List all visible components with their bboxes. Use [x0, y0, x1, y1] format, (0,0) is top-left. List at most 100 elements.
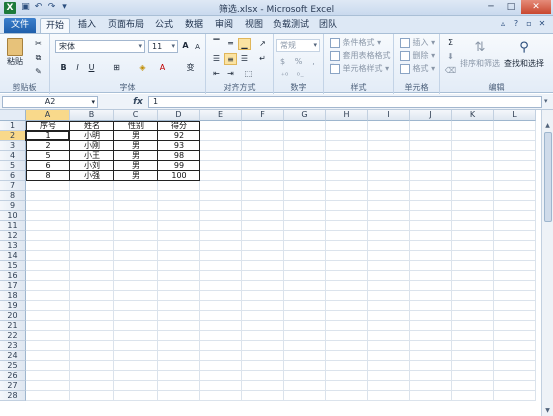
- align-right-icon[interactable]: ☰: [238, 53, 251, 65]
- active-cell-a2[interactable]: [25, 130, 70, 141]
- row-header-23[interactable]: 23: [0, 341, 26, 351]
- align-left-icon[interactable]: ☰: [210, 53, 223, 65]
- tab-view[interactable]: 视图: [241, 18, 267, 33]
- clear-icon[interactable]: ⌫: [444, 65, 457, 77]
- align-top-icon[interactable]: ▔: [210, 38, 223, 50]
- align-bottom-icon[interactable]: ▁: [238, 38, 251, 50]
- format-painter-icon[interactable]: ✎: [32, 66, 45, 78]
- row-header-15[interactable]: 15: [0, 261, 26, 271]
- row-header-25[interactable]: 25: [0, 361, 26, 371]
- row-header-10[interactable]: 10: [0, 211, 26, 221]
- expand-formula-bar-icon[interactable]: ▾: [544, 97, 548, 105]
- row-header-12[interactable]: 12: [0, 231, 26, 241]
- row-header-6[interactable]: 6: [0, 171, 26, 181]
- scroll-down-icon[interactable]: ▼: [542, 406, 553, 416]
- comma-button[interactable]: ,: [307, 56, 320, 68]
- help-icon[interactable]: ?: [511, 19, 521, 29]
- row-header-9[interactable]: 9: [0, 201, 26, 211]
- row-header-1[interactable]: 1: [0, 121, 26, 131]
- row-header-24[interactable]: 24: [0, 351, 26, 361]
- tab-page-layout[interactable]: 页面布局: [104, 18, 148, 33]
- increase-indent-icon[interactable]: ⇥: [224, 68, 237, 80]
- cell-styles-button[interactable]: 单元格样式 ▾: [330, 63, 389, 74]
- row-header-28[interactable]: 28: [0, 391, 26, 401]
- row-header-16[interactable]: 16: [0, 271, 26, 281]
- name-box[interactable]: A2 ▾: [2, 96, 98, 108]
- paste-button[interactable]: 粘贴: [5, 38, 25, 68]
- increase-decimal-icon[interactable]: ⁺⁰: [278, 70, 291, 82]
- row-header-26[interactable]: 26: [0, 371, 26, 381]
- find-select-button[interactable]: ⚲ 查找和选择: [502, 38, 546, 69]
- format-cells-button[interactable]: 格式 ▾: [400, 63, 435, 74]
- column-header-g[interactable]: G: [284, 110, 326, 121]
- decrease-decimal-icon[interactable]: ⁰₋: [294, 70, 307, 82]
- maximize-button[interactable]: □: [501, 0, 521, 14]
- merge-center-icon[interactable]: ⬚: [242, 68, 255, 80]
- column-header-a[interactable]: A: [26, 110, 70, 121]
- percent-button[interactable]: %: [292, 56, 305, 68]
- currency-icon[interactable]: $: [276, 56, 289, 68]
- cut-icon[interactable]: ✂: [32, 38, 45, 50]
- vertical-scrollbar[interactable]: ▲ ▼: [541, 110, 553, 416]
- tab-review[interactable]: 审阅: [211, 18, 237, 33]
- font-size-combo[interactable]: 11 ▾: [148, 40, 178, 53]
- row-header-21[interactable]: 21: [0, 321, 26, 331]
- row-header-20[interactable]: 20: [0, 311, 26, 321]
- scroll-up-icon[interactable]: ▲: [542, 121, 553, 131]
- italic-button[interactable]: I: [71, 62, 84, 74]
- close-workbook-icon[interactable]: ✕: [537, 19, 547, 29]
- conditional-format-button[interactable]: 条件格式 ▾: [330, 37, 381, 48]
- row-header-5[interactable]: 5: [0, 161, 26, 171]
- formula-input[interactable]: 1: [148, 96, 542, 108]
- column-header-j[interactable]: J: [410, 110, 452, 121]
- column-header-l[interactable]: L: [494, 110, 536, 121]
- column-header-i[interactable]: I: [368, 110, 410, 121]
- number-format-combo[interactable]: 常规 ▾: [276, 39, 320, 52]
- tab-file[interactable]: 文件: [4, 18, 36, 33]
- sort-filter-button[interactable]: ⇅ 排序和筛选: [460, 38, 500, 69]
- tab-home[interactable]: 开始: [40, 18, 70, 33]
- row-header-27[interactable]: 27: [0, 381, 26, 391]
- row-header-19[interactable]: 19: [0, 301, 26, 311]
- row-header-11[interactable]: 11: [0, 221, 26, 231]
- row-header-18[interactable]: 18: [0, 291, 26, 301]
- font-name-combo[interactable]: 宋体 ▾: [55, 40, 145, 53]
- ribbon-minimize-icon[interactable]: ▵: [498, 19, 508, 29]
- insert-cells-button[interactable]: 插入 ▾: [400, 37, 435, 48]
- copy-icon[interactable]: ⧉: [32, 52, 45, 64]
- decrease-indent-icon[interactable]: ⇤: [210, 68, 223, 80]
- column-header-f[interactable]: F: [242, 110, 284, 121]
- tab-team[interactable]: 团队: [315, 18, 341, 33]
- row-header-7[interactable]: 7: [0, 181, 26, 191]
- border-icon[interactable]: ⊞: [110, 62, 123, 74]
- worksheet-grid[interactable]: A B C D E F G H I J K L 1 2 3 4 5 6 7 8 9 10 11 12 13 14 15 16 17 18 1…: [0, 110, 553, 416]
- fill-color-icon[interactable]: ◈: [136, 62, 149, 74]
- column-header-k[interactable]: K: [452, 110, 494, 121]
- column-header-h[interactable]: H: [326, 110, 368, 121]
- row-header-3[interactable]: 3: [0, 141, 26, 151]
- wrap-text-icon[interactable]: ↵: [256, 53, 269, 65]
- autosum-button[interactable]: Σ: [444, 37, 457, 49]
- column-header-c[interactable]: C: [114, 110, 158, 121]
- column-header-d[interactable]: D: [158, 110, 200, 121]
- tab-load-test[interactable]: 负载测试: [271, 18, 311, 33]
- phonetic-button[interactable]: 变: [184, 62, 197, 74]
- align-middle-icon[interactable]: ═: [224, 38, 237, 50]
- tab-formulas[interactable]: 公式: [151, 18, 177, 33]
- orientation-icon[interactable]: ↗: [256, 38, 269, 50]
- minimize-button[interactable]: ─: [481, 0, 501, 14]
- select-all-corner[interactable]: [0, 110, 26, 121]
- row-header-14[interactable]: 14: [0, 251, 26, 261]
- shrink-font-button[interactable]: A: [191, 41, 204, 53]
- row-header-8[interactable]: 8: [0, 191, 26, 201]
- row-header-13[interactable]: 13: [0, 241, 26, 251]
- align-center-icon[interactable]: ≡: [224, 53, 237, 65]
- insert-function-button[interactable]: fx: [130, 96, 146, 108]
- restore-icon[interactable]: ▫: [524, 19, 534, 29]
- close-button[interactable]: ✕: [521, 0, 551, 14]
- column-header-b[interactable]: B: [70, 110, 114, 121]
- row-header-2[interactable]: 2: [0, 131, 26, 141]
- row-header-4[interactable]: 4: [0, 151, 26, 161]
- fill-icon[interactable]: ⬇: [444, 51, 457, 63]
- tab-data[interactable]: 数据: [181, 18, 207, 33]
